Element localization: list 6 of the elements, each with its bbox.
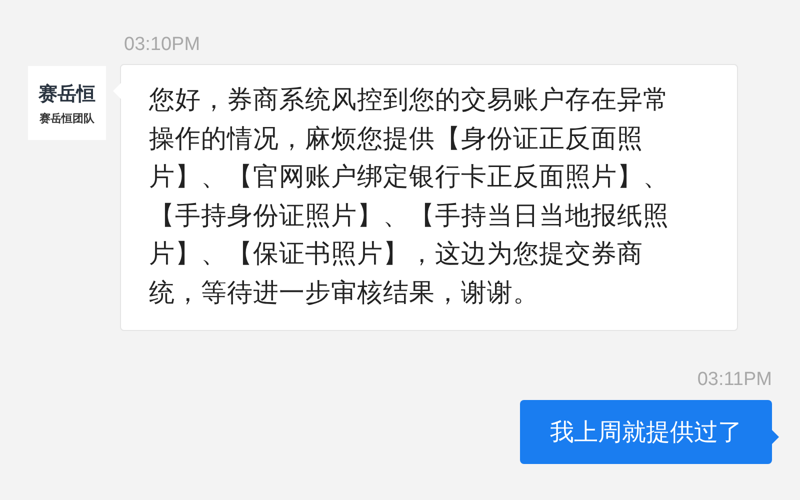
message-text: 您好，券商系统风控到您的交易账户存在异常操作的情况，麻烦您提供【身份证正反面照片】、【官网账户绑定银行卡正反面照片】、【手持身份证照片】、【手持当日当地报纸照片】、【保证书照片】，这边为您提交券商统，等待进一步审核结果，谢谢。: [149, 84, 670, 310]
logo-calligraphy: 赛岳恒: [38, 82, 96, 106]
logo-caption: 赛岳恒团队: [40, 110, 94, 126]
message-time: 03:10PM: [124, 34, 202, 56]
message-time: 03:11PM: [697, 369, 772, 391]
message-text: 我上周就提供过了: [550, 418, 742, 446]
